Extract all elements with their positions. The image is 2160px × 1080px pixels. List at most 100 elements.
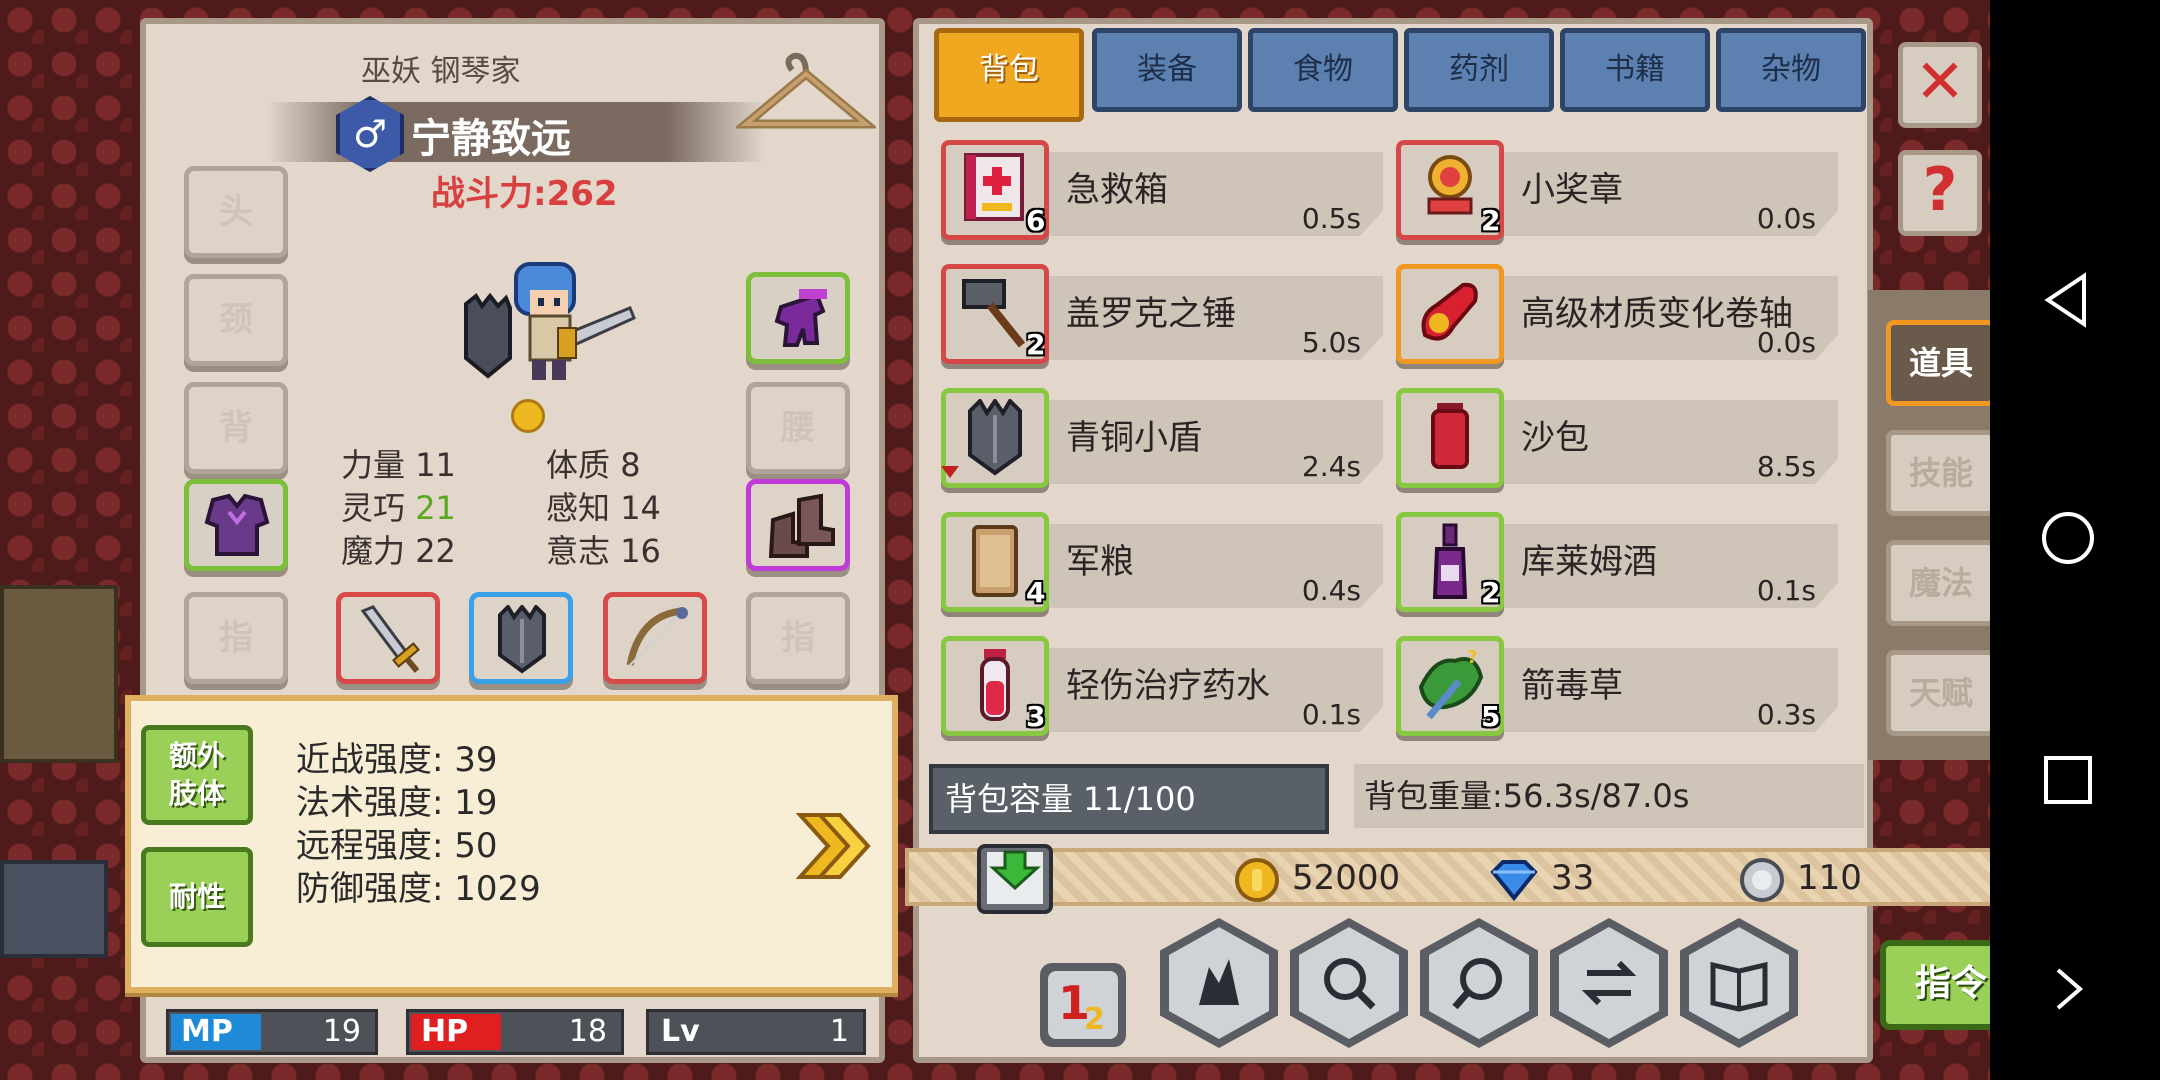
item-name: 急救箱 (1066, 170, 1168, 210)
diamond-amount: 33 (1489, 854, 1594, 902)
tab-bag[interactable]: 背包 (934, 28, 1084, 122)
first-aid-kit-icon (964, 153, 1024, 221)
gold-value: 52000 (1292, 858, 1401, 898)
tab-potions[interactable]: 药剂 (1404, 28, 1554, 112)
back-icon[interactable] (2038, 270, 2098, 330)
side-tab-items[interactable]: 道具 (1886, 320, 1996, 406)
slot-main-weapon[interactable] (336, 592, 440, 684)
item-quantity: 4 (1026, 576, 1046, 609)
shield-icon (498, 605, 546, 674)
extra-limbs-label-1: 额外 (168, 739, 225, 772)
tab-books[interactable]: 书籍 (1560, 28, 1710, 112)
item-weight: 0.0s (1756, 326, 1816, 359)
mp-bar: MP 19 (166, 1009, 378, 1055)
split-button[interactable] (1160, 918, 1278, 1048)
system-nav-bar (1990, 0, 2160, 1080)
slot-head[interactable]: 头 (184, 166, 288, 258)
slot-waist[interactable]: 腰 (746, 382, 850, 474)
list-item[interactable]: 2 盖罗克之锤 5.0s (941, 260, 1386, 370)
book-icon (1710, 961, 1768, 1012)
item-slot (1396, 388, 1504, 488)
slot-boots[interactable] (746, 479, 850, 571)
gold-coin-icon (1235, 857, 1279, 902)
character-name: 宁静致远 (411, 116, 571, 162)
close-button[interactable]: ✕ (1898, 42, 1982, 128)
item-name: 青铜小盾 (1066, 418, 1202, 458)
list-item[interactable]: 沙包 8.5s (1396, 384, 1841, 494)
combat-stats-list: 近战强度: 39 法术强度: 19 远程强度: 50 防御强度: 1029 (296, 739, 541, 911)
silver-value: 110 (1797, 858, 1862, 898)
diamond-icon (1490, 859, 1538, 901)
side-tab-magic[interactable]: 魔法 (1886, 540, 1996, 626)
list-item[interactable]: ? 5 箭毒草 0.3s (1396, 632, 1841, 742)
item-weight: 0.4s (1301, 574, 1361, 607)
double-chevron-right-icon[interactable] (796, 811, 876, 881)
list-item[interactable]: 4 军粮 0.4s (941, 508, 1386, 618)
search-button[interactable] (1420, 918, 1538, 1048)
list-item[interactable]: 6 急救箱 0.5s (941, 136, 1386, 246)
codex-button[interactable] (1680, 918, 1798, 1048)
stat-value: 22 (415, 532, 456, 570)
slot-back[interactable]: 背 (184, 382, 288, 474)
stat-label: 意志 (546, 532, 611, 570)
inventory-panel: 背包 装备 食物 药剂 书籍 杂物 6 急救箱 0.5s 2 小奖章 0.0s … (913, 18, 1873, 1063)
combat-stats-tooltip: 额外 肢体 耐性 近战强度: 39 法术强度: 19 远程强度: 50 防御强度:… (125, 695, 898, 993)
side-tab-skills[interactable]: 技能 (1886, 430, 1996, 516)
bow-icon (626, 607, 688, 666)
stat-label: 魔力 (341, 532, 406, 570)
mp-value: 19 (322, 1014, 361, 1049)
recents-icon[interactable] (2040, 752, 2096, 808)
list-item[interactable]: 高级材质变化卷轴 0.0s (1396, 260, 1841, 370)
save-download-icon[interactable] (975, 840, 1055, 916)
magnifier-icon (1324, 958, 1376, 1010)
side-tab-talents[interactable]: 天赋 (1886, 650, 1996, 736)
stat-value: 16 (620, 532, 661, 570)
wardrobe-hanger-icon[interactable] (736, 44, 876, 144)
slot-neck[interactable]: 颈 (184, 274, 288, 366)
slot-ranged[interactable] (603, 592, 707, 684)
item-weight: 0.3s (1756, 698, 1816, 731)
attribute-stats: 力量 11 体质 8 灵巧 21 感知 14 魔力 22 意志 16 (341, 444, 751, 573)
action-toolbar: 1 2 (1040, 918, 1840, 1058)
gold-amount: 52000 (1234, 854, 1400, 903)
sort-button[interactable]: 1 2 (1040, 963, 1126, 1047)
extra-limbs-button[interactable]: 额外 肢体 (141, 725, 253, 825)
background-chest (0, 585, 118, 763)
list-item[interactable]: 3 轻伤治疗药水 0.1s (941, 632, 1386, 742)
gloves-icon (774, 289, 827, 347)
sort-order-icon: 1 2 (1058, 977, 1105, 1033)
inspect-button[interactable] (1290, 918, 1408, 1048)
slot-offhand[interactable] (469, 592, 573, 684)
level-label: Lv (661, 1014, 700, 1049)
item-name: 库莱姆酒 (1521, 542, 1657, 582)
slot-ring-left[interactable]: 指 (184, 592, 288, 684)
item-weight: 2.4s (1301, 450, 1361, 483)
tab-misc[interactable]: 杂物 (1716, 28, 1866, 112)
herb-icon: ? (1418, 647, 1484, 720)
stat-value: 14 (620, 489, 661, 527)
sort-button-face: 1 2 (1048, 971, 1118, 1039)
item-slot (1396, 264, 1504, 364)
home-icon[interactable] (2038, 508, 2098, 568)
defense-power: 防御强度: 1029 (296, 869, 541, 909)
stat-value: 21 (415, 489, 456, 527)
vitals-bars: MP 19 HP 18 Lv 1 (166, 1009, 866, 1057)
boots-icon (768, 493, 835, 558)
sandbag-icon (1431, 403, 1469, 469)
item-name: 沙包 (1521, 418, 1589, 458)
item-weight: 0.1s (1301, 698, 1361, 731)
list-item[interactable]: 青铜小盾 2.4s (941, 384, 1386, 494)
slot-armor[interactable] (184, 479, 288, 571)
background-box (0, 860, 108, 958)
help-button[interactable]: ? (1898, 150, 1982, 236)
slot-ring-right[interactable]: 指 (746, 592, 850, 684)
swap-button[interactable] (1550, 918, 1668, 1048)
tab-equipment[interactable]: 装备 (1092, 28, 1242, 112)
slot-gloves[interactable] (746, 272, 850, 364)
list-item[interactable]: 2 小奖章 0.0s (1396, 136, 1841, 246)
tab-food[interactable]: 食物 (1248, 28, 1398, 112)
endurance-button[interactable]: 耐性 (141, 847, 253, 947)
list-item[interactable]: 2 库莱姆酒 0.1s (1396, 508, 1841, 618)
item-weight: 8.5s (1756, 450, 1816, 483)
chevron-right-icon[interactable] (2050, 966, 2090, 1012)
